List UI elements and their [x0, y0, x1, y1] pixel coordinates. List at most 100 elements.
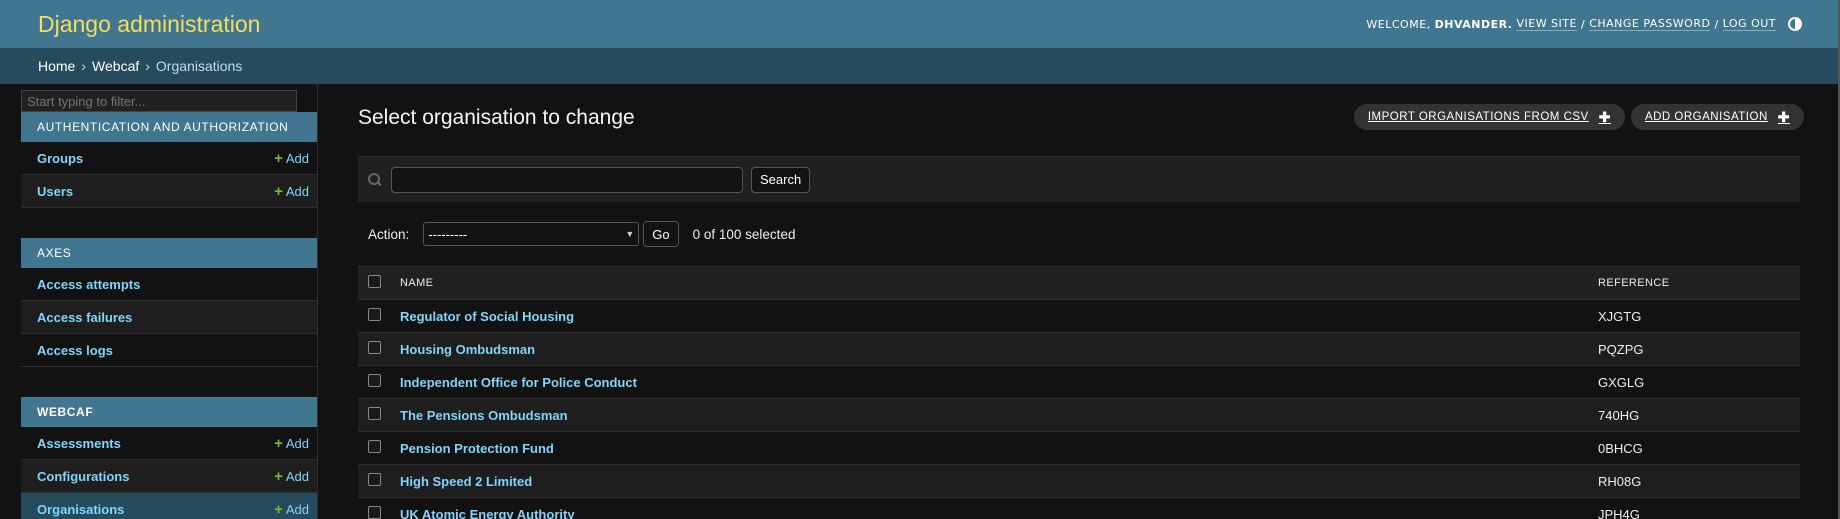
table-header-row: NAME REFERENCE — [358, 266, 1800, 300]
add-user-button[interactable]: + Add — [274, 183, 309, 200]
row-checkbox-cell — [358, 398, 400, 432]
table-row: High Speed 2 Limited RH08G — [358, 464, 1800, 498]
table-row: Pension Protection Fund 0BHCG — [358, 431, 1800, 465]
add-configuration-button[interactable]: + Add — [274, 468, 309, 485]
organisation-link[interactable]: Regulator of Social Housing — [400, 309, 574, 324]
add-organisation-button[interactable]: ADD ORGANISATION ✚ — [1630, 104, 1804, 130]
module-caption[interactable]: Authentication and Authorization — [21, 112, 317, 142]
sidebar-item-label[interactable]: Users — [37, 184, 73, 199]
nav-sidebar: Authentication and Authorization Groups … — [21, 84, 318, 519]
reference-value: PQZPG — [1598, 341, 1644, 357]
name-cell: Regulator of Social Housing — [400, 299, 1590, 333]
row-checkbox-cell — [358, 365, 400, 399]
row-checkbox-cell — [358, 497, 400, 519]
separator: / — [1580, 17, 1586, 31]
organisation-link[interactable]: Housing Ombudsman — [400, 342, 535, 357]
reference-cell: XJGTG — [1590, 299, 1800, 333]
sidebar-item-label[interactable]: Access attempts — [37, 277, 140, 292]
column-header-reference[interactable]: REFERENCE — [1590, 266, 1800, 300]
row-checkbox[interactable] — [368, 440, 381, 453]
action-select[interactable]: --------- ▼ — [423, 222, 640, 246]
plus-icon: + — [274, 467, 283, 485]
table-body: Regulator of Social Housing XJGTG Housin… — [358, 299, 1800, 519]
sidebar-item-users: Users + Add — [21, 175, 317, 208]
search-button[interactable]: Search — [751, 166, 811, 193]
username: DHVANDER. — [1434, 17, 1513, 31]
sidebar-item-label[interactable]: Assessments — [37, 436, 121, 451]
breadcrumb-home[interactable]: Home — [38, 58, 75, 74]
sidebar-item-label[interactable]: Configurations — [37, 469, 129, 484]
reference-value: GXGLG — [1598, 374, 1645, 390]
site-branding[interactable]: Django administration — [38, 11, 260, 38]
module-webcaf: Webcaf Assessments + Add Configurations +… — [21, 397, 317, 519]
breadcrumb-app[interactable]: Webcaf — [92, 58, 139, 74]
header: Django administration WELCOME, DHVANDER.… — [0, 0, 1840, 48]
organisation-link[interactable]: High Speed 2 Limited — [400, 474, 532, 489]
name-cell: UK Atomic Energy Authority — [400, 497, 1590, 519]
row-checkbox-cell — [358, 464, 400, 498]
page-title: Select organisation to change — [358, 106, 635, 129]
row-checkbox[interactable] — [368, 374, 381, 387]
row-checkbox[interactable] — [368, 506, 381, 519]
row-checkbox[interactable] — [368, 308, 381, 321]
chevron-down-icon: ▼ — [625, 229, 635, 239]
sidebar-item-assessments: Assessments + Add — [21, 427, 317, 460]
search-toolbar: Search — [358, 156, 1800, 202]
row-checkbox[interactable] — [368, 473, 381, 486]
import-organisations-button[interactable]: IMPORT ORGANISATIONS FROM CSV ✚ — [1353, 104, 1625, 130]
log-out-link[interactable]: LOG OUT — [1722, 17, 1776, 31]
add-label: Add — [285, 183, 309, 199]
column-header-name[interactable]: NAME — [400, 266, 1590, 300]
object-tools: IMPORT ORGANISATIONS FROM CSV ✚ ADD ORGA… — [1353, 104, 1804, 130]
reference-cell: GXGLG — [1590, 365, 1800, 399]
sidebar-filter-input[interactable] — [21, 90, 297, 112]
add-organisation-sidebar-button[interactable]: + Add — [274, 501, 309, 518]
module-caption[interactable]: Webcaf — [21, 397, 317, 427]
reference-value: RH08G — [1598, 473, 1642, 489]
contrast-icon[interactable] — [1788, 17, 1802, 31]
content: Select organisation to change IMPORT ORG… — [318, 84, 1840, 519]
add-label: Add — [285, 435, 309, 451]
sidebar-item-label[interactable]: Organisations — [37, 502, 124, 517]
change-password-link[interactable]: CHANGE PASSWORD — [1589, 17, 1711, 31]
organisation-link[interactable]: The Pensions Ombudsman — [400, 408, 568, 423]
main-container: Authentication and Authorization Groups … — [0, 84, 1840, 519]
reference-value: XJGTG — [1598, 308, 1642, 324]
row-checkbox[interactable] — [368, 407, 381, 420]
add-group-button[interactable]: + Add — [274, 150, 309, 167]
table-row: Independent Office for Police Conduct GX… — [358, 365, 1800, 399]
name-cell: The Pensions Ombudsman — [400, 398, 1590, 432]
row-checkbox[interactable] — [368, 341, 381, 354]
name-cell: High Speed 2 Limited — [400, 464, 1590, 498]
organisation-link[interactable]: Pension Protection Fund — [400, 441, 554, 456]
sidebar-item-groups: Groups + Add — [21, 142, 317, 175]
sidebar-item-label[interactable]: Access failures — [37, 310, 132, 325]
module-caption[interactable]: Axes — [21, 238, 317, 268]
view-site-link[interactable]: VIEW SITE — [1516, 17, 1577, 31]
table-row: The Pensions Ombudsman 740HG — [358, 398, 1800, 432]
sidebar-item-label[interactable]: Groups — [37, 151, 83, 166]
select-all-cell — [358, 266, 400, 300]
breadcrumb-separator: › — [81, 58, 87, 74]
plus-icon: + — [274, 434, 283, 452]
select-all-checkbox[interactable] — [368, 275, 381, 288]
organisation-link[interactable]: Independent Office for Police Conduct — [400, 375, 637, 390]
results-table: NAME REFERENCE Regulator of Social Housi… — [358, 266, 1800, 519]
plus-icon: ✚ — [1598, 108, 1611, 125]
add-assessment-button[interactable]: + Add — [274, 435, 309, 452]
sidebar-item-configurations: Configurations + Add — [21, 460, 317, 493]
reference-value: 0BHCG — [1598, 440, 1643, 456]
sidebar-item-access-attempts: Access attempts — [21, 268, 317, 301]
organisation-link[interactable]: UK Atomic Energy Authority — [400, 507, 575, 519]
breadcrumb: Home › Webcaf › Organisations — [0, 48, 1840, 84]
reference-cell: 740HG — [1590, 398, 1800, 432]
name-cell: Independent Office for Police Conduct — [400, 365, 1590, 399]
plus-icon: + — [274, 182, 283, 200]
reference-cell: 0BHCG — [1590, 431, 1800, 465]
separator: / — [1714, 17, 1719, 31]
sidebar-item-label[interactable]: Access logs — [37, 343, 113, 358]
module-auth: Authentication and Authorization Groups … — [21, 112, 317, 208]
add-label: Add — [285, 468, 309, 484]
go-button[interactable]: Go — [643, 221, 679, 247]
search-input[interactable] — [391, 166, 743, 193]
